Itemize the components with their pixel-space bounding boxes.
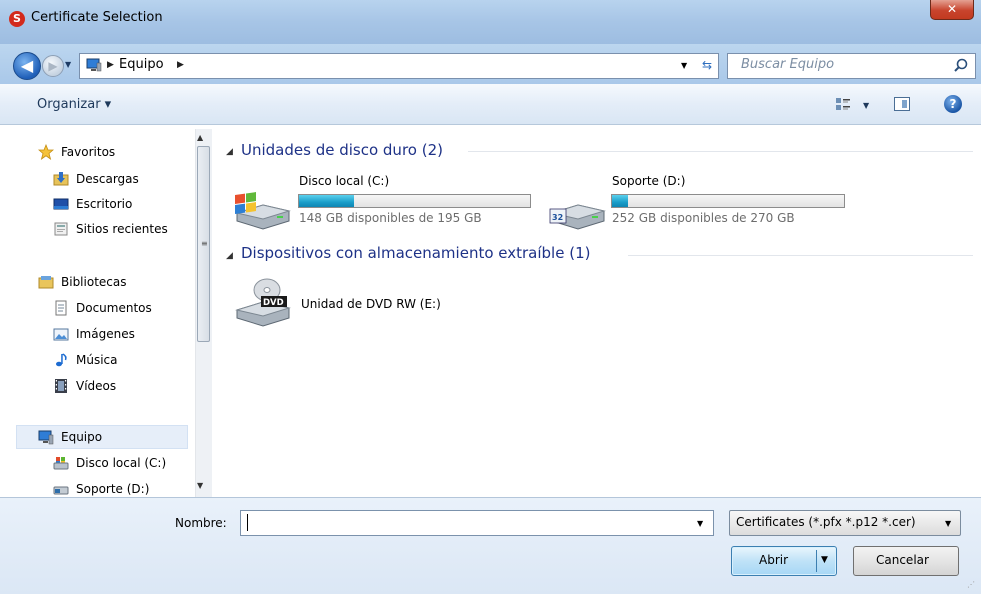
star-icon <box>38 144 54 160</box>
desktop-icon <box>53 196 69 212</box>
scroll-up-button[interactable]: ▲ <box>197 133 203 142</box>
sidebar-item-label: Imágenes <box>76 327 135 341</box>
filename-input[interactable] <box>240 510 714 536</box>
libraries-icon <box>38 274 54 290</box>
sidebar-item-label: Escritorio <box>76 197 133 211</box>
group-divider <box>468 151 973 152</box>
breadcrumb-separator[interactable]: ▶ <box>107 60 114 70</box>
command-bar <box>0 84 981 125</box>
address-bar[interactable] <box>79 53 719 79</box>
computer-icon <box>38 429 54 445</box>
window-title: Certificate Selection <box>31 10 163 25</box>
drive-free-space-c: 148 GB disponibles de 195 GB <box>299 211 482 225</box>
dvd-drive-icon[interactable]: DVD <box>233 276 291 328</box>
filename-label: Nombre: <box>175 516 227 530</box>
recent-pages-dropdown[interactable]: ▼ <box>65 60 71 69</box>
change-view-icon[interactable] <box>835 97 851 111</box>
resize-grip[interactable]: ⋰ <box>967 580 975 589</box>
windows-drive-icon <box>233 187 291 231</box>
scroll-down-button[interactable]: ▼ <box>197 481 203 490</box>
sidebar-item-label: Descargas <box>76 172 139 186</box>
filetype-dropdown-button[interactable]: ▼ <box>945 519 951 528</box>
open-button-label[interactable]: Abrir <box>759 553 788 567</box>
sidebar-item-label: Música <box>76 353 118 367</box>
breadcrumb-separator[interactable]: ▶ <box>177 60 184 70</box>
close-button[interactable]: ✕ <box>930 0 974 20</box>
preview-pane-icon[interactable] <box>894 97 910 111</box>
capacity-bar-d <box>611 194 845 208</box>
back-button[interactable]: ◀ <box>13 52 41 80</box>
text-caret <box>247 514 248 531</box>
group-header-hard-drives[interactable]: Unidades de disco duro (2) <box>241 141 443 159</box>
search-icon[interactable] <box>953 58 969 74</box>
music-icon <box>53 352 69 368</box>
videos-icon <box>53 378 69 394</box>
refresh-button[interactable]: ⇆ <box>697 55 717 75</box>
drive-name-e[interactable]: Unidad de DVD RW (E:) <box>301 297 441 311</box>
open-button-divider <box>816 550 817 572</box>
pictures-icon <box>53 326 69 342</box>
forward-button[interactable]: ▶ <box>42 55 64 77</box>
drive-name-c: Disco local (C:) <box>299 174 390 188</box>
downloads-folder-icon <box>53 171 69 187</box>
drive-name-d[interactable]: Soporte (D:) <box>612 174 685 188</box>
dvd-badge: DVD <box>263 298 284 308</box>
open-options-dropdown[interactable]: ▼ <box>821 555 828 565</box>
drive-free-space-d: 252 GB disponibles de 270 GB <box>612 211 795 225</box>
windows-drive-icon <box>53 455 69 471</box>
app-icon: S <box>9 11 25 27</box>
sidebar-item-label: Vídeos <box>76 379 117 393</box>
sidebar-item-label: Favoritos <box>61 145 116 159</box>
capacity-fill-d <box>612 195 629 207</box>
group-header-removable[interactable]: Dispositivos con almacenamiento extraíbl… <box>241 244 590 262</box>
sidebar-item-label: Sitios recientes <box>76 222 168 236</box>
drive-icon <box>53 481 69 497</box>
sidebar-item-label: Equipo <box>61 430 103 444</box>
organize-button[interactable]: Organizar ▾ <box>37 97 111 112</box>
breadcrumb-equipo[interactable]: Equipo <box>119 57 164 72</box>
capacity-fill-c <box>299 195 355 207</box>
collapse-group-icon[interactable]: ◢ <box>226 251 233 261</box>
search-input[interactable]: Buscar Equipo <box>741 57 834 72</box>
help-icon[interactable]: ? <box>944 95 962 113</box>
sidebar-item-label: Disco local (C:) <box>76 456 167 470</box>
computer-icon <box>86 58 102 72</box>
sidebar-item-label: Bibliotecas <box>61 275 127 289</box>
svg-text:32: 32 <box>552 213 563 222</box>
sidebar-item-label: Documentos <box>76 301 152 315</box>
collapse-group-icon[interactable]: ◢ <box>226 147 233 157</box>
group-divider <box>628 255 973 256</box>
scroll-grip: ≡ <box>201 239 208 248</box>
cancel-button-label[interactable]: Cancelar <box>876 553 929 567</box>
views-dropdown-button[interactable]: ▼ <box>863 101 869 110</box>
recent-places-icon <box>53 221 69 237</box>
documents-icon <box>53 300 69 316</box>
filetype-selected-value[interactable]: Certificates (*.pfx *.p12 *.cer) <box>736 515 916 529</box>
capacity-bar-c <box>298 194 531 208</box>
address-dropdown-button[interactable]: ▼ <box>681 61 687 70</box>
drive-icon: 32 <box>548 187 606 231</box>
filename-dropdown-button[interactable]: ▼ <box>697 519 703 528</box>
